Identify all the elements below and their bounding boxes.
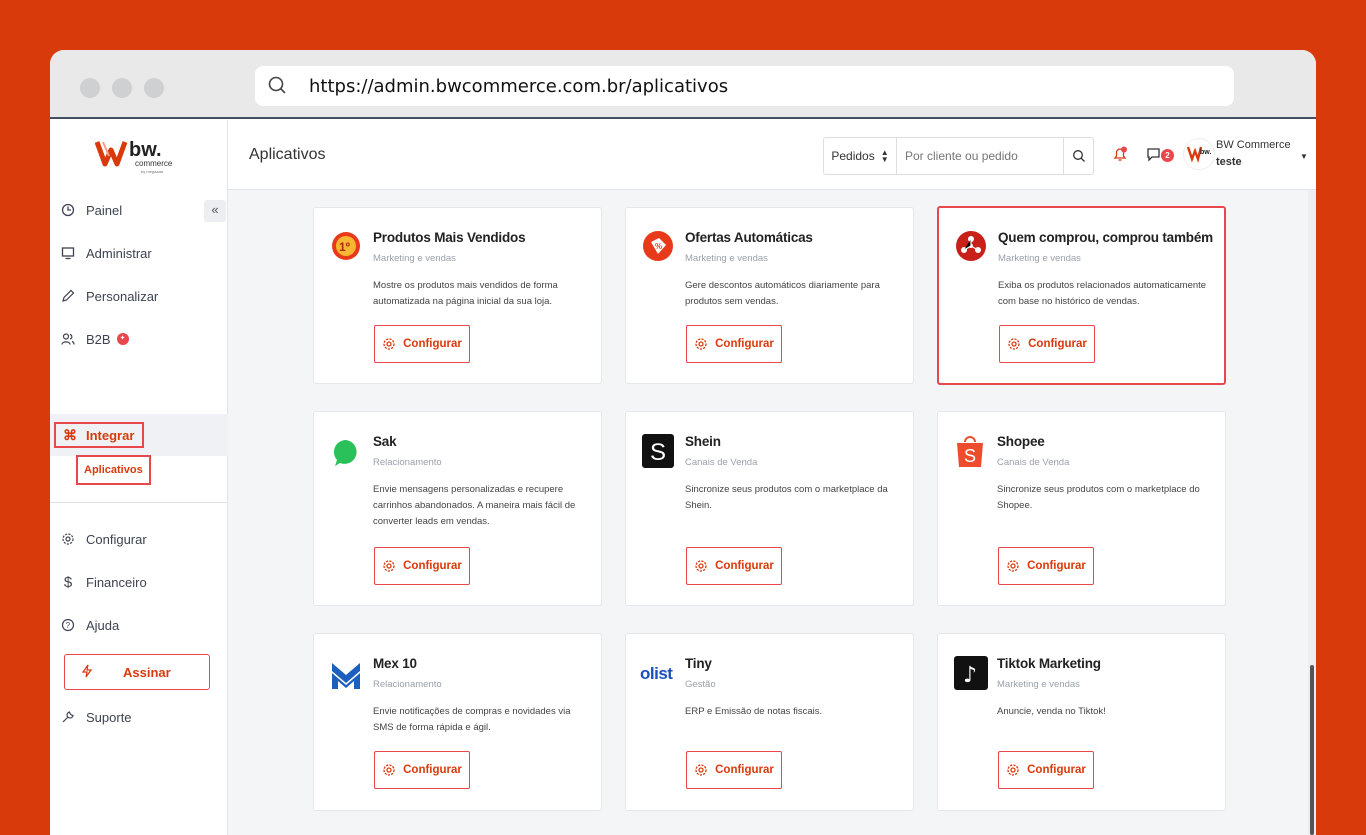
browser-chrome: https://admin.bwcommerce.com.br/aplicati… (50, 50, 1316, 119)
configurar-button[interactable]: Configurar (374, 751, 470, 789)
configurar-button[interactable]: Configurar (999, 325, 1095, 363)
monitor-icon (60, 245, 76, 261)
configurar-button[interactable]: Configurar (374, 325, 470, 363)
sidebar-subitem-aplicativos[interactable]: Aplicativos (76, 455, 151, 485)
gear-icon (695, 560, 707, 572)
help-circle-icon: ? (60, 617, 76, 633)
svg-text:?: ? (66, 621, 71, 630)
app-card-tiny: olist Tiny Gestão ERP e Emissão de notas… (625, 633, 914, 811)
configurar-button[interactable]: Configurar (686, 325, 782, 363)
gear-icon (60, 531, 76, 547)
sidebar-item-integrar[interactable]: ⌘ Integrar (50, 414, 228, 456)
user-store[interactable]: teste (1216, 156, 1242, 168)
app-card-shopee: S Shopee Canais de Venda Sincronize seus… (937, 411, 1226, 606)
configurar-button[interactable]: Configurar (374, 547, 470, 585)
gear-icon (383, 338, 395, 350)
svg-text:%: % (655, 242, 662, 251)
tiktok-logo-icon: ♪ (954, 656, 988, 690)
sidebar-item-financeiro[interactable]: $ Financeiro (50, 564, 228, 600)
app-card-sak: Sak Relacionamento Envie mensagens perso… (313, 411, 602, 606)
select-arrows-icon: ▲ ▼ (880, 148, 889, 164)
sidebar-item-painel[interactable]: Painel (50, 192, 228, 228)
bw-avatar-icon: bw. (1187, 146, 1211, 164)
app-card-shein: S Shein Canais de Venda Sincronize seus … (625, 411, 914, 606)
scrollbar-thumb[interactable] (1310, 665, 1314, 835)
gear-icon (695, 338, 707, 350)
app-card-mex-10: Mex 10 Relacionamento Envie notificações… (313, 633, 602, 811)
svg-text:1º: 1º (339, 240, 351, 254)
svg-text:commerce: commerce (135, 159, 173, 168)
network-icon (955, 230, 987, 262)
command-icon: ⌘ (63, 426, 77, 443)
sidebar-item-b2b[interactable]: B2B ✦ (50, 321, 228, 357)
app-card-ofertas-automaticas: % Ofertas Automáticas Marketing e vendas… (625, 207, 914, 384)
gear-icon (695, 764, 707, 776)
gear-icon (1007, 560, 1019, 572)
user-menu-caret-icon[interactable]: ▼ (1300, 152, 1308, 161)
sidebar-item-personalizar[interactable]: Personalizar (50, 278, 228, 314)
svg-text:S: S (964, 446, 976, 466)
apps-grid: 1º Produtos Mais Vendidos Marketing e ve… (228, 190, 1308, 835)
gear-icon (1008, 338, 1020, 350)
lightning-icon (81, 664, 93, 681)
bw-logo-icon: bw. commerce by megaaaa (94, 139, 173, 174)
gear-icon (1007, 764, 1019, 776)
notifications-bell-icon[interactable] (1112, 146, 1128, 167)
search-icon (1072, 150, 1085, 162)
pencil-icon (60, 288, 76, 304)
app-card-tiktok-marketing: ♪ Tiktok Marketing Marketing e vendas An… (937, 633, 1226, 811)
page-title: Aplicativos (249, 146, 326, 163)
user-avatar[interactable]: bw. (1183, 138, 1215, 170)
sidebar: bw. commerce by megaaaa « Painel Adminis… (50, 120, 228, 835)
window-maximize-dot[interactable] (144, 78, 164, 98)
search-type-select[interactable]: Pedidos ▲ ▼ (824, 138, 897, 174)
configurar-button[interactable]: Configurar (998, 751, 1094, 789)
user-name[interactable]: BW Commerce (1216, 139, 1291, 151)
url-text: https://admin.bwcommerce.com.br/aplicati… (309, 75, 729, 97)
gear-icon (383, 560, 395, 572)
b2b-badge: ✦ (116, 333, 129, 345)
browser-window: https://admin.bwcommerce.com.br/aplicati… (50, 50, 1316, 835)
app-card-quem-comprou: Quem comprou, comprou também Marketing e… (937, 206, 1226, 385)
address-bar[interactable]: https://admin.bwcommerce.com.br/aplicati… (255, 66, 1234, 106)
sidebar-item-suporte[interactable]: Suporte (50, 699, 228, 735)
sidebar-item-administrar[interactable]: Administrar (50, 235, 228, 271)
olist-logo-icon: olist (640, 664, 673, 683)
window-close-dot[interactable] (80, 78, 100, 98)
svg-text:bw.: bw. (1200, 149, 1211, 156)
sidebar-item-ajuda[interactable]: ? Ajuda (50, 607, 228, 643)
sidebar-item-configurar[interactable]: Configurar (50, 521, 228, 557)
shein-logo-icon: S (642, 434, 674, 468)
search-button[interactable] (1063, 138, 1093, 174)
window-minimize-dot[interactable] (112, 78, 132, 98)
messages-icon[interactable] (1146, 146, 1162, 167)
mex10-logo-icon (330, 659, 362, 691)
svg-text:by megaaaa: by megaaaa (141, 169, 164, 174)
configurar-button[interactable]: Configurar (998, 547, 1094, 585)
app-card-produtos-mais-vendidos: 1º Produtos Mais Vendidos Marketing e ve… (313, 207, 602, 384)
configurar-button[interactable]: Configurar (686, 751, 782, 789)
topbar: Aplicativos Pedidos ▲▼ 2 bw. B (228, 120, 1316, 190)
sak-bubble-icon (330, 437, 362, 469)
wrench-icon (60, 709, 76, 725)
svg-text:S: S (650, 439, 666, 466)
svg-text:♪: ♪ (963, 663, 977, 688)
medal-icon: 1º (330, 230, 362, 262)
shopee-bag-icon: S (954, 434, 986, 467)
search-group: Pedidos ▲ ▼ (823, 137, 1094, 175)
search-icon (268, 76, 286, 94)
configurar-button[interactable]: Configurar (686, 547, 782, 585)
messages-count-badge: 2 (1161, 149, 1174, 162)
admin-app: bw. commerce by megaaaa « Painel Adminis… (50, 120, 1316, 835)
clock-icon (60, 202, 76, 218)
gear-icon (383, 764, 395, 776)
sidebar-divider (50, 502, 228, 503)
search-input[interactable] (897, 138, 1063, 174)
logo-text: bw. (129, 139, 162, 161)
assinar-button[interactable]: Assinar (64, 654, 210, 690)
dollar-icon: $ (63, 573, 73, 591)
bw-commerce-logo[interactable]: bw. commerce by megaaaa (94, 134, 185, 178)
users-icon (60, 331, 76, 347)
offer-tag-icon: % (642, 230, 674, 262)
